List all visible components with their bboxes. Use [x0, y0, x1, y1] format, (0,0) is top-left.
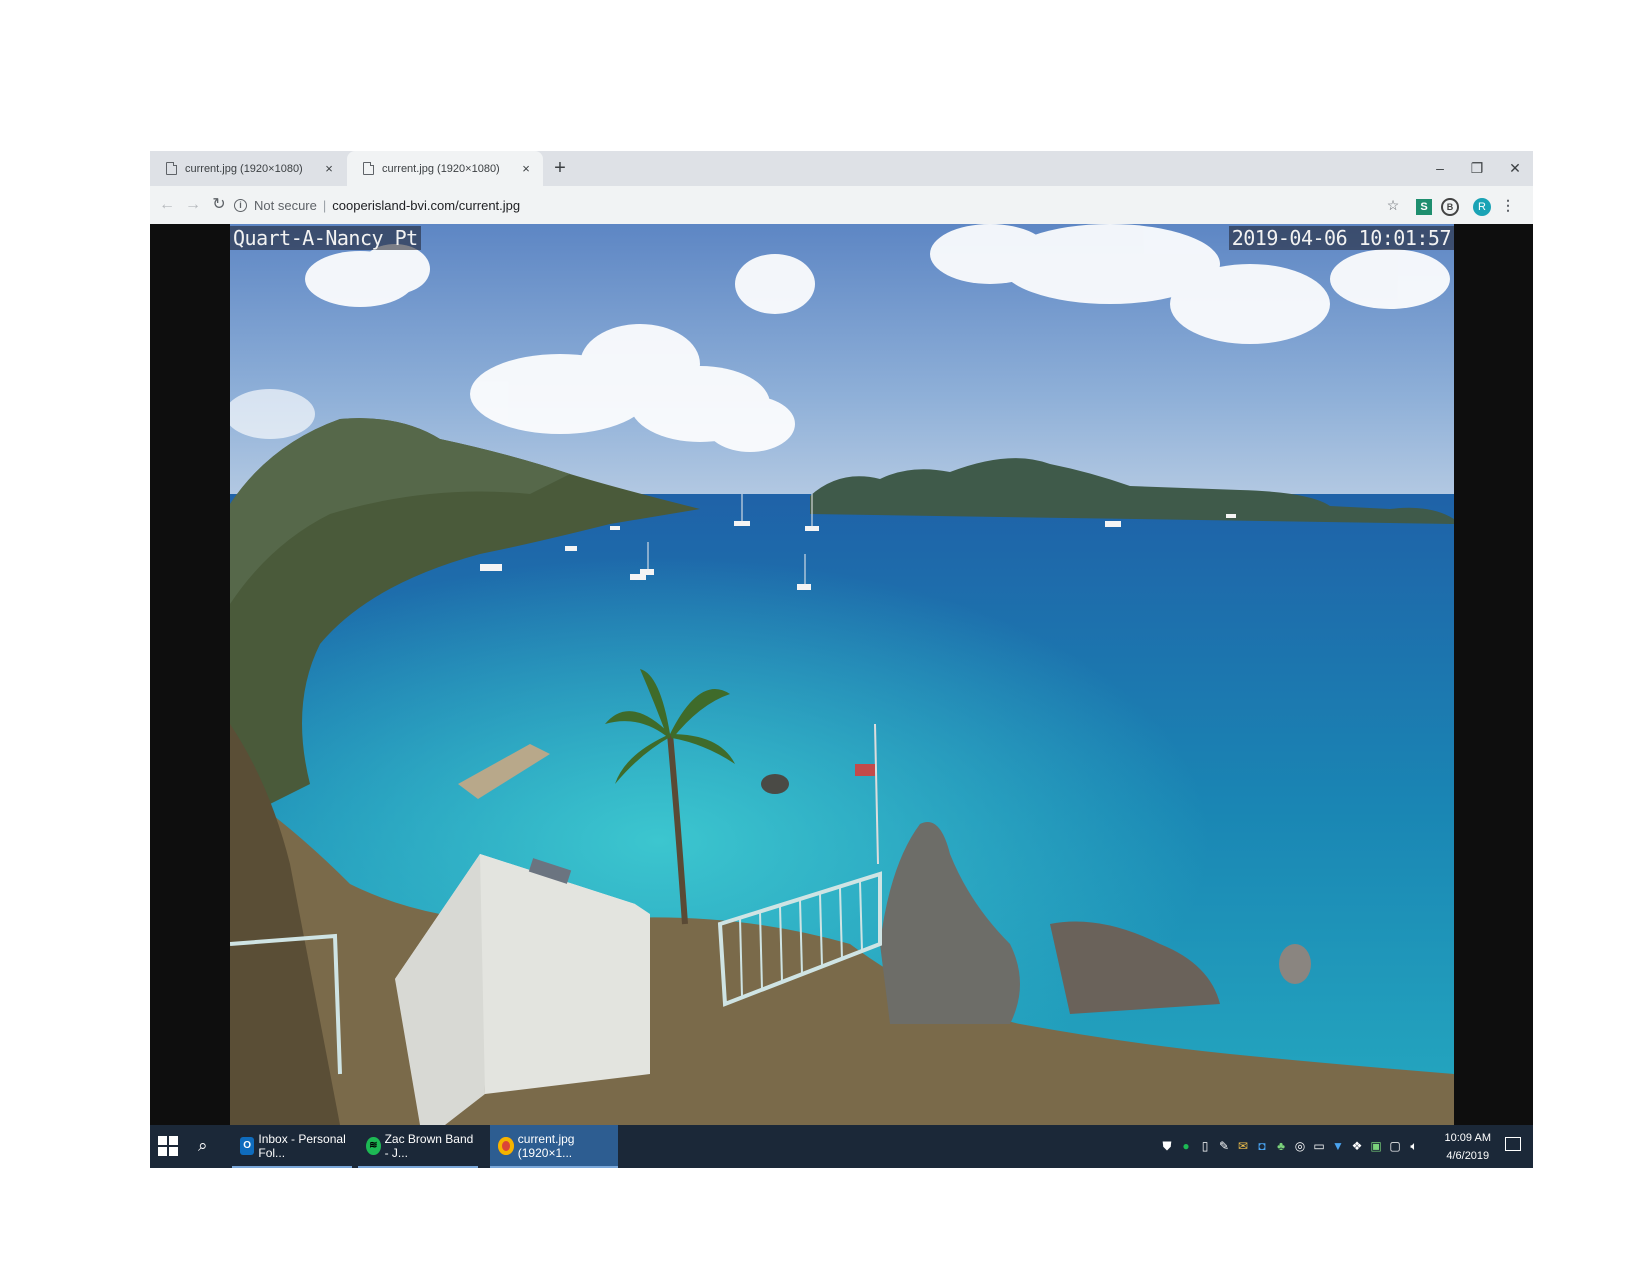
restore-button[interactable]: ❐ — [1462, 157, 1492, 179]
usb-tray-icon[interactable]: ▯ — [1198, 1138, 1212, 1154]
spotify-tray-icon[interactable]: ● — [1179, 1138, 1193, 1154]
url-text[interactable]: cooperisland-bvi.com/current.jpg — [332, 198, 520, 213]
taskbar-item-spotify[interactable]: ≋ Zac Brown Band - J... — [358, 1125, 478, 1168]
taskbar-item-label: Inbox - Personal Fol... — [258, 1131, 346, 1160]
minimize-button[interactable]: – — [1425, 157, 1455, 179]
wifi-tray-icon[interactable]: ▼ — [1331, 1138, 1345, 1154]
bookmark-star-icon[interactable]: ☆ — [1383, 195, 1403, 215]
security-label: Not secure — [254, 197, 317, 213]
network-tray-icon[interactable]: ▢ — [1388, 1138, 1402, 1154]
volume-tray-icon[interactable]: 🔈︎ — [1407, 1138, 1421, 1154]
document-icon — [363, 162, 374, 175]
tab-2[interactable]: current.jpg (1920×1080) × — [347, 151, 543, 186]
info-icon[interactable]: i — [234, 198, 247, 212]
address-bar[interactable]: i Not secure | cooperisland-bvi.com/curr… — [234, 191, 1514, 219]
app-tray-icon[interactable]: ♣ — [1274, 1138, 1288, 1154]
profile-avatar[interactable]: R — [1472, 195, 1492, 216]
divider: | — [322, 197, 327, 213]
taskbar-item-outlook[interactable]: O Inbox - Personal Fol... — [232, 1125, 352, 1168]
new-tab-button[interactable]: + — [548, 156, 572, 180]
sync-tray-icon[interactable]: ◎ — [1293, 1138, 1307, 1154]
clock-date: 4/6/2019 — [1446, 1150, 1490, 1162]
screen: current.jpg (1920×1080) × current.jpg (1… — [150, 151, 1533, 1168]
camera-timestamp: 2019-04-06 10:01:57 — [1228, 226, 1454, 250]
forward-button[interactable]: → — [182, 194, 204, 216]
taskbar: ⌕ O Inbox - Personal Fol... ≋ Zac Brown … — [150, 1125, 1533, 1168]
tab-close-button[interactable]: × — [519, 161, 533, 176]
close-window-button[interactable]: ✕ — [1500, 157, 1530, 179]
search-icon[interactable]: ⌕ — [198, 1136, 208, 1156]
extension-shield-icon[interactable]: B — [1440, 195, 1460, 216]
reload-button[interactable]: ↻ — [208, 194, 230, 216]
taskbar-clock[interactable]: 10:09 AM 4/6/2019 — [1445, 1129, 1491, 1165]
notification-center-icon[interactable] — [1505, 1137, 1521, 1151]
camera-location-label: Quart-A-Nancy Pt — [230, 226, 421, 250]
taskbar-item-label: Zac Brown Band - J... — [384, 1131, 474, 1160]
tab-title: current.jpg (1920×1080) — [185, 162, 303, 175]
browser-toolbar: ← → ↻ i Not secure | cooperisland-bvi.co… — [150, 186, 1533, 224]
battery-tray-icon[interactable]: ▭ — [1312, 1138, 1326, 1154]
clock-time: 10:09 AM — [1444, 1132, 1491, 1144]
tab-1[interactable]: current.jpg (1920×1080) × — [150, 151, 346, 186]
spotify-icon: ≋ — [366, 1136, 381, 1155]
back-button[interactable]: ← — [156, 194, 178, 216]
shield-tray-icon[interactable]: ⛊ — [1160, 1138, 1174, 1154]
image-viewport: Quart-A-Nancy Pt 2019-04-06 10:01:57 — [150, 224, 1533, 1125]
check-tray-icon[interactable]: ▣ — [1369, 1138, 1383, 1154]
pen-tray-icon[interactable]: ✎ — [1217, 1138, 1231, 1154]
outlook-tray-icon[interactable]: ◘ — [1255, 1138, 1269, 1154]
chrome-icon — [498, 1136, 514, 1155]
bay-scene-image — [230, 224, 1454, 1125]
tab-strip: current.jpg (1920×1080) × current.jpg (1… — [150, 151, 1533, 186]
webcam-image[interactable]: Quart-A-Nancy Pt 2019-04-06 10:01:57 — [230, 224, 1454, 1125]
taskbar-item-chrome[interactable]: current.jpg (1920×1... — [490, 1125, 618, 1168]
outlook-icon: O — [240, 1136, 255, 1155]
mail-tray-icon[interactable]: ✉ — [1236, 1138, 1250, 1154]
windows-start-icon[interactable] — [158, 1136, 178, 1156]
dropbox-tray-icon[interactable]: ❖ — [1350, 1138, 1364, 1154]
tab-title: current.jpg (1920×1080) — [382, 162, 500, 175]
tab-close-button[interactable]: × — [322, 161, 336, 176]
document-icon — [166, 162, 177, 175]
extension-s-icon[interactable]: S — [1414, 195, 1434, 215]
taskbar-item-label: current.jpg (1920×1... — [517, 1131, 575, 1160]
menu-icon[interactable]: ⋮ — [1498, 195, 1518, 215]
